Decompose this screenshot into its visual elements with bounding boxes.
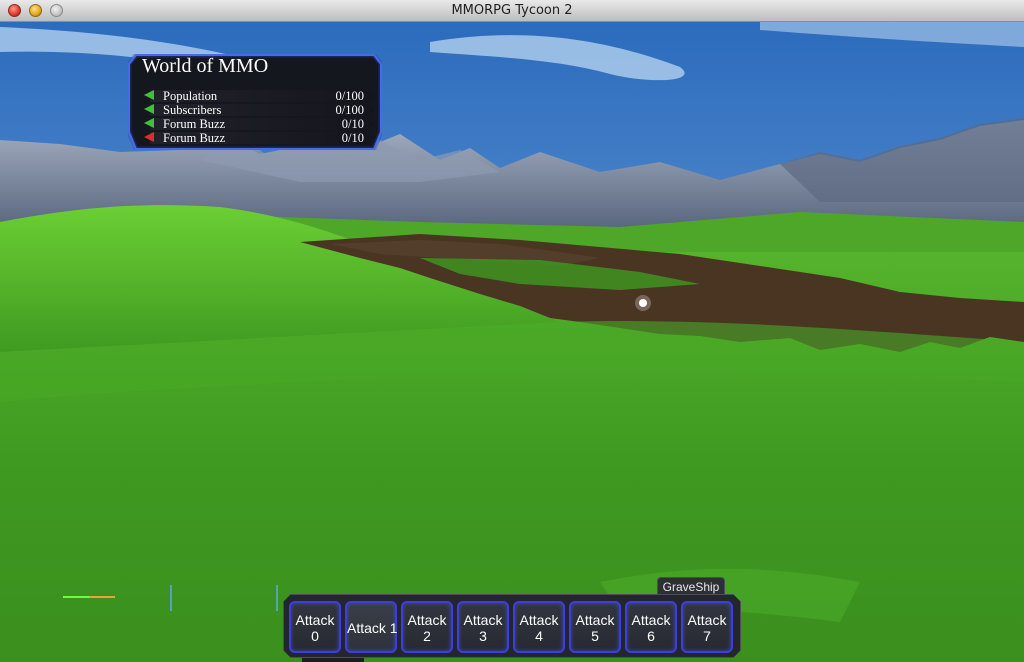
game-window: MMORPG Tycoon 2 World of MMO Population … — [0, 0, 1024, 662]
attack-5-button[interactable]: Attack 5 — [569, 601, 621, 653]
attack-3-button[interactable]: Attack 3 — [457, 601, 509, 653]
action-bar: Attack 0 Attack 1 Attack 2 Attack 3 Atta… — [283, 594, 741, 658]
slot-label: Attack — [575, 612, 615, 628]
slot-number: 7 — [703, 628, 711, 644]
world-stats-panel: World of MMO Population 0/100 Subscriber… — [128, 54, 382, 150]
slot-label: Attack 1 — [347, 620, 398, 636]
attack-6-button[interactable]: Attack 6 — [625, 601, 677, 653]
trend-down-icon — [144, 132, 154, 142]
slot-number: 6 — [647, 628, 655, 644]
slot-number: 4 — [535, 628, 543, 644]
stat-value: 0/10 — [341, 117, 364, 131]
stat-row-forum-buzz-negative: Forum Buzz 0/10 — [142, 131, 376, 145]
hud-marker — [276, 585, 278, 611]
trend-up-icon — [144, 104, 154, 114]
slot-number: 3 — [479, 628, 487, 644]
stat-value: 0/10 — [341, 131, 364, 145]
health-bar — [63, 596, 115, 598]
stat-row-forum-buzz: Forum Buzz 0/10 — [142, 117, 376, 131]
slot-number: 2 — [423, 628, 431, 644]
title-bar[interactable]: MMORPG Tycoon 2 — [0, 0, 1024, 22]
attack-1-button[interactable]: Attack 1 — [345, 601, 397, 653]
stat-label: Forum Buzz — [163, 131, 226, 145]
stat-row-population: Population 0/100 — [142, 89, 376, 103]
stat-label: Forum Buzz — [163, 117, 226, 131]
unit-marker-glow — [635, 295, 651, 311]
slot-label: Attack — [687, 612, 727, 628]
stat-value: 0/100 — [335, 103, 364, 117]
game-viewport[interactable]: World of MMO Population 0/100 Subscriber… — [0, 22, 1024, 662]
slot-number: 0 — [311, 628, 319, 644]
stat-label: Population — [163, 89, 218, 103]
slot-label: Attack — [631, 612, 671, 628]
stat-value: 0/100 — [335, 89, 364, 103]
hud-marker — [170, 585, 172, 611]
slot-label: Attack — [463, 612, 503, 628]
action-bar-footer — [302, 658, 364, 662]
window-title: MMORPG Tycoon 2 — [451, 3, 573, 18]
slot-label: Attack — [519, 612, 559, 628]
attack-0-button[interactable]: Attack 0 — [289, 601, 341, 653]
unit-name: GraveShip — [662, 580, 720, 594]
trend-up-icon — [144, 90, 154, 100]
attack-2-button[interactable]: Attack 2 — [401, 601, 453, 653]
world-name: World of MMO — [142, 55, 269, 77]
trend-up-icon — [144, 118, 154, 128]
attack-7-button[interactable]: Attack 7 — [681, 601, 733, 653]
slot-label: Attack — [407, 612, 447, 628]
slot-label: Attack — [295, 612, 335, 628]
stat-label: Subscribers — [163, 103, 222, 117]
stat-row-subscribers: Subscribers 0/100 — [142, 103, 376, 117]
attack-4-button[interactable]: Attack 4 — [513, 601, 565, 653]
slot-number: 5 — [591, 628, 599, 644]
